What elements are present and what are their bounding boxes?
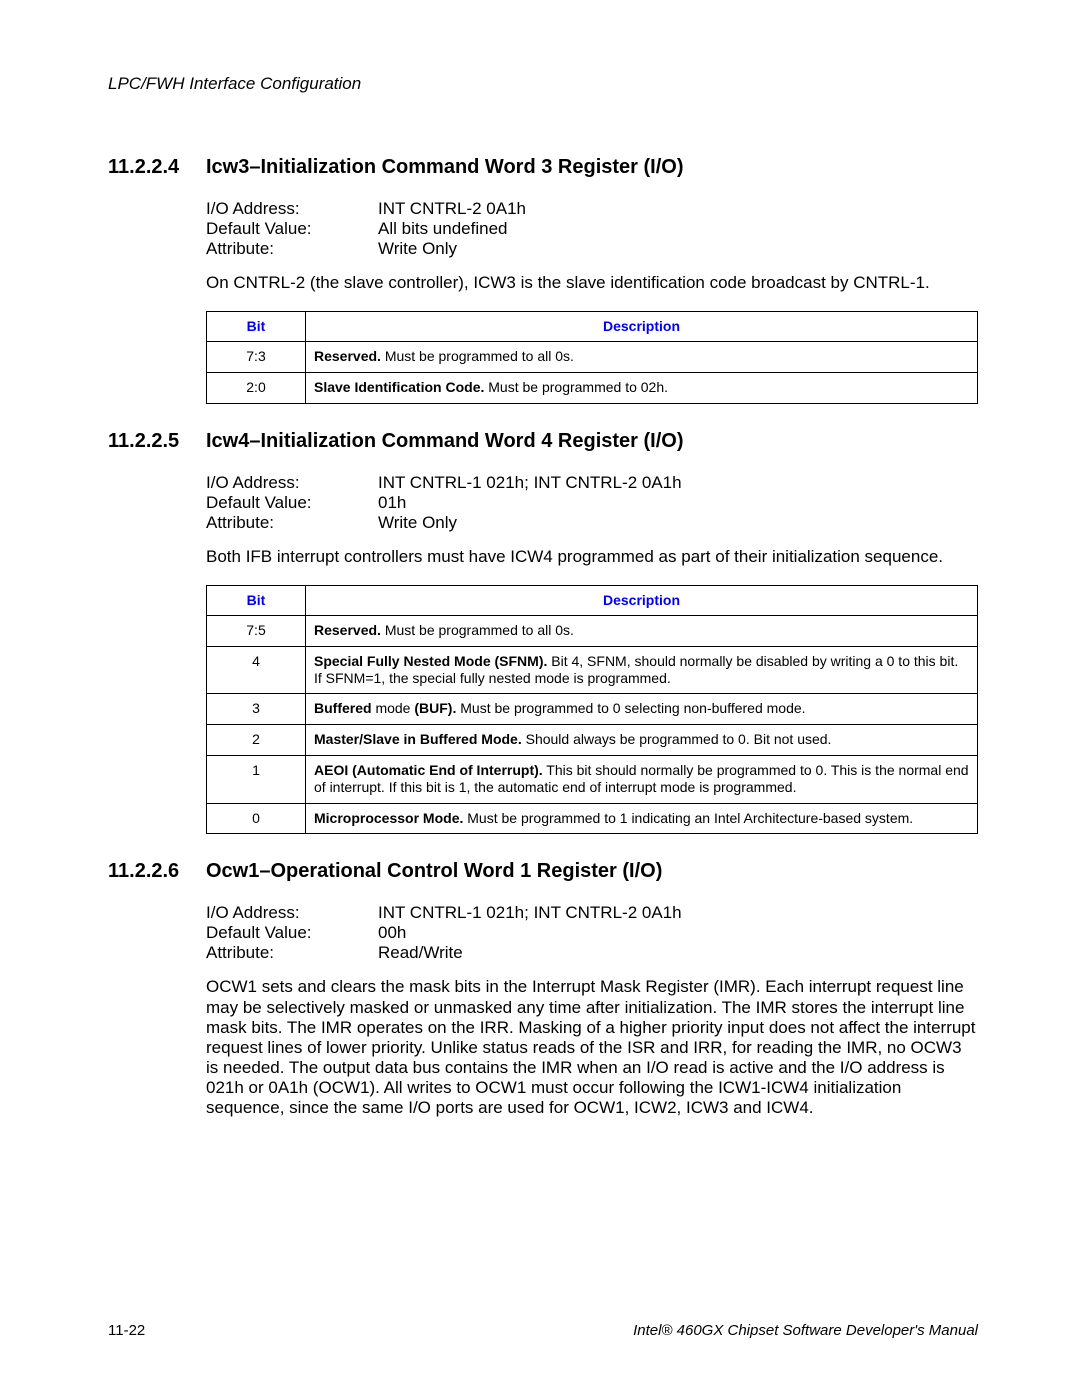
desc-cell: Buffered mode (BUF). Must be programmed … xyxy=(306,694,978,725)
io-address-label: I/O Address: xyxy=(206,473,378,493)
section-number: 11.2.2.6 xyxy=(108,860,206,883)
section-body: I/O Address: INT CNTRL-1 021h; INT CNTRL… xyxy=(206,473,978,567)
desc-cell: Reserved. Must be programmed to all 0s. xyxy=(306,615,978,646)
desc-text: Must be programmed to 1 indicating an In… xyxy=(463,810,913,826)
attribute-label: Attribute: xyxy=(206,513,378,533)
bit-cell: 0 xyxy=(207,803,306,834)
table-row: 2 Master/Slave in Buffered Mode. Should … xyxy=(207,725,978,756)
section-heading: 11.2.2.5 Icw4–Initialization Command Wor… xyxy=(108,430,978,453)
table-header-bit: Bit xyxy=(207,585,306,615)
bit-cell: 2 xyxy=(207,725,306,756)
attribute-value: Write Only xyxy=(378,513,978,533)
attribute-list: I/O Address: INT CNTRL-1 021h; INT CNTRL… xyxy=(206,473,978,533)
bit-table-icw4: Bit Description 7:5 Reserved. Must be pr… xyxy=(206,585,978,834)
io-address-value: INT CNTRL-1 021h; INT CNTRL-2 0A1h xyxy=(378,473,978,493)
desc-bold: Reserved. xyxy=(314,348,381,364)
attribute-label: Attribute: xyxy=(206,943,378,963)
desc-text: Must be programmed to 02h. xyxy=(484,379,668,395)
io-address-value: INT CNTRL-1 021h; INT CNTRL-2 0A1h xyxy=(378,903,978,923)
bit-cell: 2:0 xyxy=(207,372,306,403)
page: LPC/FWH Interface Configuration 11.2.2.4… xyxy=(0,0,1080,1397)
default-value-label: Default Value: xyxy=(206,923,378,943)
desc-bold: AEOI (Automatic End of Interrupt). xyxy=(314,762,543,778)
table-row: 0 Microprocessor Mode. Must be programme… xyxy=(207,803,978,834)
table-header-description: Description xyxy=(306,312,978,342)
section-heading: 11.2.2.6 Ocw1–Operational Control Word 1… xyxy=(108,860,978,883)
manual-title: Intel® 460GX Chipset Software Developer'… xyxy=(633,1322,978,1339)
attribute-value: Read/Write xyxy=(378,943,978,963)
io-address-label: I/O Address: xyxy=(206,903,378,923)
desc-text: mode xyxy=(372,700,415,716)
section-ocw1: 11.2.2.6 Ocw1–Operational Control Word 1… xyxy=(108,860,978,1117)
attribute-value: Write Only xyxy=(378,239,978,259)
section-paragraph: Both IFB interrupt controllers must have… xyxy=(206,547,978,567)
attribute-list: I/O Address: INT CNTRL-1 021h; INT CNTRL… xyxy=(206,903,978,963)
table-header-bit: Bit xyxy=(207,312,306,342)
desc-bold: Special Fully Nested Mode (SFNM). xyxy=(314,653,547,669)
desc-cell: Slave Identification Code. Must be progr… xyxy=(306,372,978,403)
desc-bold: Buffered xyxy=(314,700,372,716)
attribute-list: I/O Address: INT CNTRL-2 0A1h Default Va… xyxy=(206,199,978,259)
section-heading: 11.2.2.4 Icw3–Initialization Command Wor… xyxy=(108,156,978,179)
desc-bold: Reserved. xyxy=(314,622,381,638)
table-row: 1 AEOI (Automatic End of Interrupt). Thi… xyxy=(207,755,978,803)
section-body: I/O Address: INT CNTRL-1 021h; INT CNTRL… xyxy=(206,903,978,1117)
running-head: LPC/FWH Interface Configuration xyxy=(108,74,978,94)
section-body: I/O Address: INT CNTRL-2 0A1h Default Va… xyxy=(206,199,978,293)
desc-bold: (BUF). xyxy=(414,700,456,716)
bit-table-icw3: Bit Description 7:3 Reserved. Must be pr… xyxy=(206,311,978,404)
desc-cell: Special Fully Nested Mode (SFNM). Bit 4,… xyxy=(306,646,978,694)
section-title: Ocw1–Operational Control Word 1 Register… xyxy=(206,860,662,883)
attribute-label: Attribute: xyxy=(206,239,378,259)
default-value-value: All bits undefined xyxy=(378,219,978,239)
desc-cell: Master/Slave in Buffered Mode. Should al… xyxy=(306,725,978,756)
default-value-label: Default Value: xyxy=(206,219,378,239)
page-number: 11-22 xyxy=(108,1322,145,1339)
table-row: 7:3 Reserved. Must be programmed to all … xyxy=(207,342,978,373)
table-row: 7:5 Reserved. Must be programmed to all … xyxy=(207,615,978,646)
section-title: Icw3–Initialization Command Word 3 Regis… xyxy=(206,156,683,179)
table-row: 2:0 Slave Identification Code. Must be p… xyxy=(207,372,978,403)
default-value-value: 00h xyxy=(378,923,978,943)
section-paragraph: On CNTRL-2 (the slave controller), ICW3 … xyxy=(206,273,978,293)
desc-cell: Microprocessor Mode. Must be programmed … xyxy=(306,803,978,834)
bit-cell: 3 xyxy=(207,694,306,725)
section-icw4: 11.2.2.5 Icw4–Initialization Command Wor… xyxy=(108,430,978,835)
bit-cell: 1 xyxy=(207,755,306,803)
desc-bold: Slave Identification Code. xyxy=(314,379,484,395)
table-header-description: Description xyxy=(306,585,978,615)
io-address-value: INT CNTRL-2 0A1h xyxy=(378,199,978,219)
page-footer: 11-22 Intel® 460GX Chipset Software Deve… xyxy=(108,1322,978,1339)
section-number: 11.2.2.4 xyxy=(108,156,206,179)
io-address-label: I/O Address: xyxy=(206,199,378,219)
desc-text: Must be programmed to 0 selecting non-bu… xyxy=(456,700,805,716)
desc-text: Should always be programmed to 0. Bit no… xyxy=(522,731,832,747)
default-value-value: 01h xyxy=(378,493,978,513)
section-icw3: 11.2.2.4 Icw3–Initialization Command Wor… xyxy=(108,156,978,404)
desc-bold: Master/Slave in Buffered Mode. xyxy=(314,731,522,747)
desc-bold: Microprocessor Mode. xyxy=(314,810,463,826)
desc-cell: AEOI (Automatic End of Interrupt). This … xyxy=(306,755,978,803)
table-row: 3 Buffered mode (BUF). Must be programme… xyxy=(207,694,978,725)
table-row: 4 Special Fully Nested Mode (SFNM). Bit … xyxy=(207,646,978,694)
bit-cell: 7:5 xyxy=(207,615,306,646)
bit-cell: 4 xyxy=(207,646,306,694)
section-paragraph: OCW1 sets and clears the mask bits in th… xyxy=(206,977,978,1117)
section-number: 11.2.2.5 xyxy=(108,430,206,453)
desc-text: Must be programmed to all 0s. xyxy=(381,348,574,364)
bit-cell: 7:3 xyxy=(207,342,306,373)
section-title: Icw4–Initialization Command Word 4 Regis… xyxy=(206,430,683,453)
default-value-label: Default Value: xyxy=(206,493,378,513)
desc-cell: Reserved. Must be programmed to all 0s. xyxy=(306,342,978,373)
desc-text: Must be programmed to all 0s. xyxy=(381,622,574,638)
